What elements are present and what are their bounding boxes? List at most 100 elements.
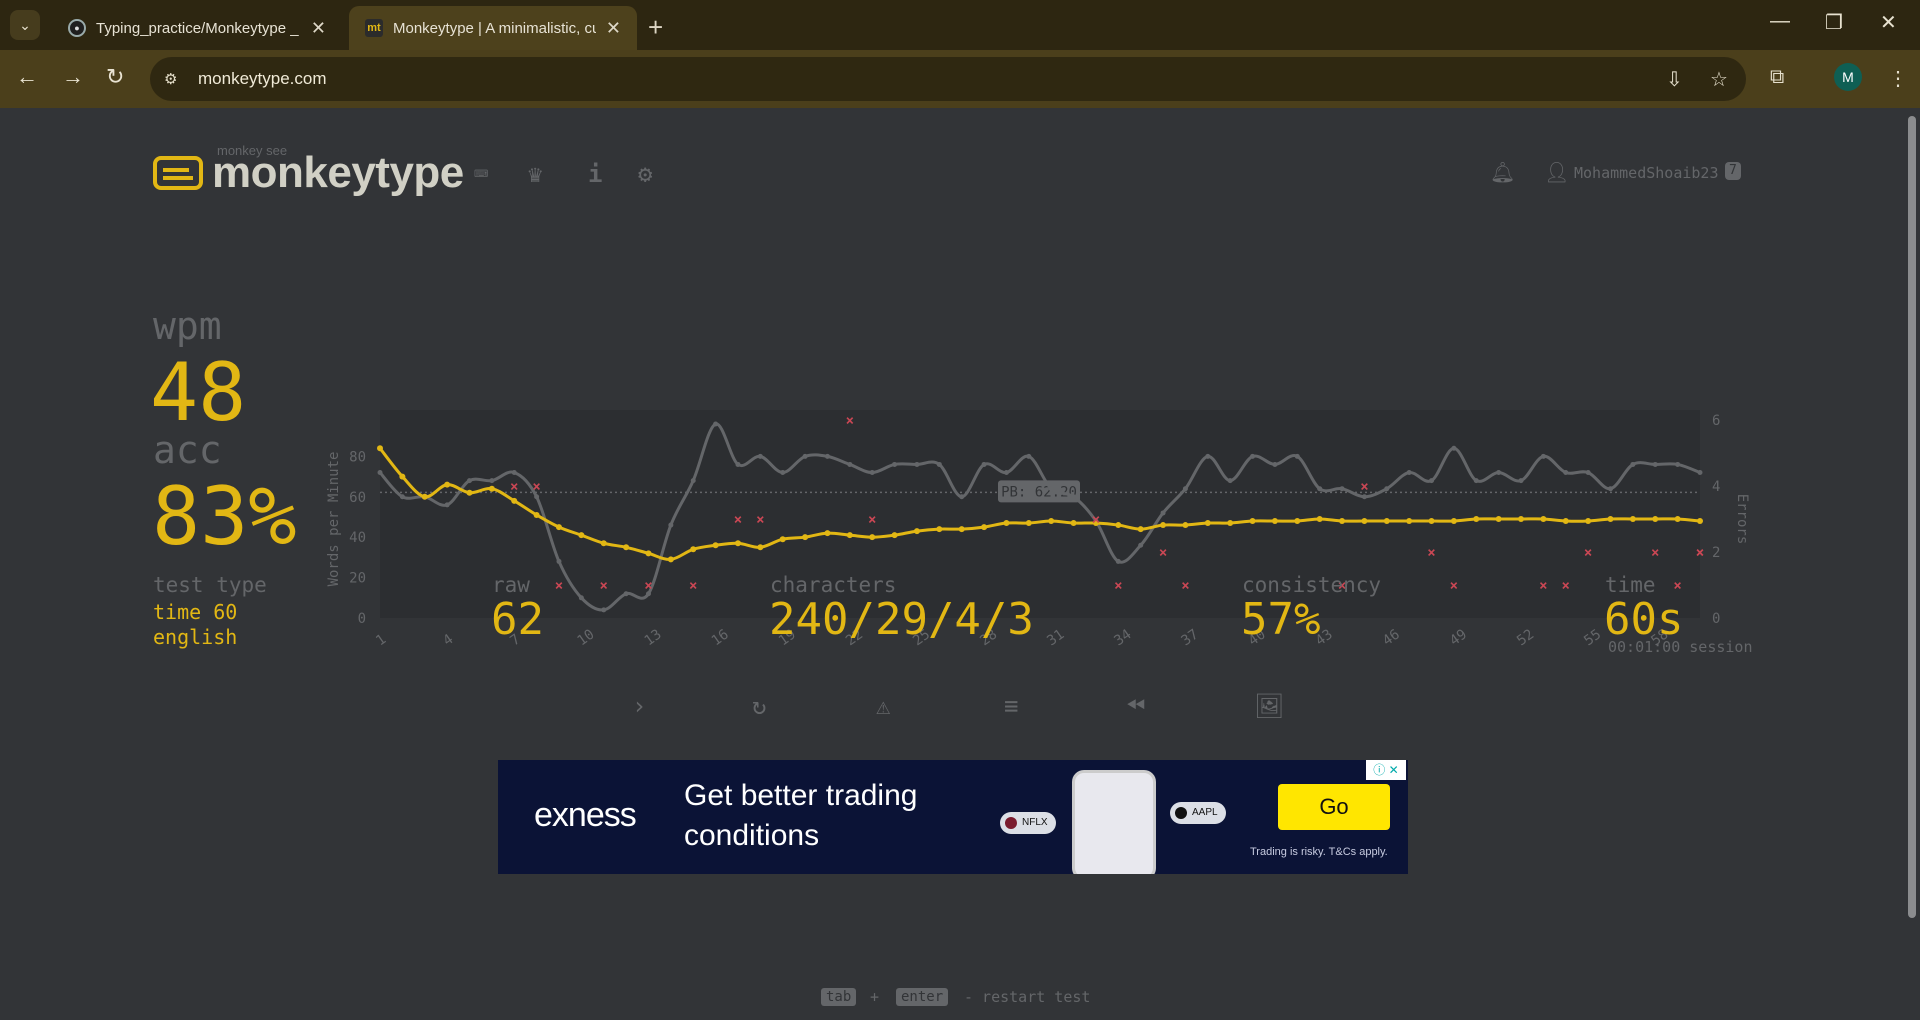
y-tick-label: 80 xyxy=(349,449,366,465)
raw-point xyxy=(1540,453,1546,459)
profile-avatar[interactable]: M xyxy=(1834,63,1862,91)
raw-point xyxy=(1317,486,1323,492)
monkeytype-page: monkey see monkeytype ⌨ ♛ i ⚙ 🔔︎ 👤︎ Moha… xyxy=(0,108,1920,1020)
account-level-badge: 7 xyxy=(1725,162,1741,180)
bookmark-star-icon[interactable]: ☆ xyxy=(1710,67,1728,92)
x-tick-label: 1 xyxy=(373,631,389,649)
raw-point xyxy=(869,470,875,476)
crown-icon[interactable]: ♛ xyxy=(528,160,542,188)
error-marker: × xyxy=(555,578,563,594)
info-icon[interactable]: i xyxy=(588,160,602,188)
wpm-point xyxy=(913,528,920,535)
wpm-point xyxy=(1562,518,1569,525)
ad-choices-close-icon[interactable]: ⓘ ✕ xyxy=(1366,760,1406,780)
reload-icon[interactable]: ↻ xyxy=(106,64,124,90)
wpm-point xyxy=(1674,516,1681,522)
y-tick-label: 0 xyxy=(358,611,366,627)
back-arrow-icon[interactable]: ← xyxy=(16,64,38,90)
raw-point xyxy=(444,502,450,508)
raw-point xyxy=(802,453,808,459)
wpm-point xyxy=(1025,520,1032,527)
words-history-icon[interactable]: ≡ xyxy=(1004,692,1018,720)
logo-text[interactable]: monkeytype xyxy=(212,148,464,198)
error-marker: × xyxy=(1181,578,1189,594)
consistency-value[interactable]: 57% xyxy=(1241,594,1320,645)
wpm-point xyxy=(891,532,898,539)
raw-point xyxy=(757,453,763,459)
tab-search-chevron-icon[interactable]: ⌄ xyxy=(10,10,40,40)
acc-label: acc xyxy=(153,428,222,472)
notifications-bell-icon[interactable]: 🔔︎ xyxy=(1490,160,1515,184)
test-language-value: english xyxy=(153,625,238,649)
monkeytype-logo-icon[interactable] xyxy=(153,156,203,190)
wpm-point xyxy=(1182,522,1189,529)
wpm-point xyxy=(444,481,451,488)
x-tick-label: 49 xyxy=(1447,627,1470,650)
settings-gear-icon[interactable]: ⚙ xyxy=(638,160,652,188)
raw-point xyxy=(690,478,696,484)
raw-point xyxy=(892,461,898,467)
wpm-label: wpm xyxy=(153,304,222,348)
wpm-value[interactable]: 48 xyxy=(150,346,246,439)
wpm-point xyxy=(846,532,853,539)
warning-icon[interactable]: ⚠ xyxy=(876,692,890,720)
wpm-point xyxy=(981,524,988,531)
wpm-point xyxy=(421,493,428,500)
close-tab-icon[interactable]: ✕ xyxy=(606,18,621,39)
raw-point xyxy=(735,461,741,467)
replay-icon[interactable]: ⏪︎ xyxy=(1126,692,1145,720)
raw-point xyxy=(1294,453,1300,459)
raw-point xyxy=(1406,470,1412,476)
y2-tick-label: 0 xyxy=(1712,611,1720,627)
wpm-point xyxy=(1339,518,1346,525)
wpm-point xyxy=(1137,526,1144,533)
advertisement-banner[interactable]: exness Get better trading conditions NFL… xyxy=(498,760,1408,874)
tab-typing-practice[interactable]: ● Typing_practice/Monkeytype _ / ✕ xyxy=(52,6,342,50)
y2-tick-label: 6 xyxy=(1712,413,1720,429)
acc-value[interactable]: 83% xyxy=(152,470,297,563)
raw-value[interactable]: 62 xyxy=(491,594,544,645)
raw-point xyxy=(1138,542,1144,548)
new-tab-plus-icon[interactable]: + xyxy=(648,12,663,43)
raw-point xyxy=(1608,486,1614,492)
keyboard-icon[interactable]: ⌨ xyxy=(474,160,488,188)
wpm-point xyxy=(1585,518,1592,525)
raw-point xyxy=(1071,494,1077,500)
page-scrollbar[interactable] xyxy=(1908,116,1916,918)
user-icon[interactable]: 👤︎ xyxy=(1544,160,1569,184)
close-window-icon[interactable]: ✕ xyxy=(1880,10,1897,35)
close-tab-icon[interactable]: ✕ xyxy=(311,18,326,39)
raw-point xyxy=(1675,461,1681,467)
error-marker: × xyxy=(1092,512,1100,528)
wpm-point xyxy=(1450,518,1457,525)
raw-point xyxy=(1451,445,1457,451)
account-username[interactable]: MohammedShoaib23 xyxy=(1574,164,1719,182)
site-info-icon[interactable]: ⚙ xyxy=(164,70,186,88)
raw-point xyxy=(1496,470,1502,476)
save-screenshot-icon[interactable]: 🖼︎ xyxy=(1254,692,1284,720)
error-marker: × xyxy=(1450,578,1458,594)
wpm-point xyxy=(1607,516,1614,522)
characters-value[interactable]: 240/29/4/3 xyxy=(769,594,1034,645)
restore-icon[interactable]: ❐ xyxy=(1825,10,1843,35)
tab-monkeytype[interactable]: mt Monkeytype | A minimalistic, cu ✕ xyxy=(349,6,637,50)
minimize-icon[interactable]: — xyxy=(1770,10,1790,33)
error-marker: × xyxy=(868,512,876,528)
next-test-icon[interactable]: › xyxy=(632,692,646,720)
raw-point xyxy=(959,494,965,500)
install-app-icon[interactable]: ⇩ xyxy=(1666,67,1683,92)
raw-point xyxy=(1361,494,1367,500)
raw-point xyxy=(1473,478,1479,484)
address-bar[interactable]: ⚙ monkeytype.com ⇩ ☆ xyxy=(150,57,1746,101)
raw-point xyxy=(1630,461,1636,467)
ad-phone-image xyxy=(1072,770,1156,874)
wpm-point xyxy=(1629,516,1636,522)
restart-test-icon[interactable]: ↻ xyxy=(752,692,766,720)
browser-menu-icon[interactable]: ⋮ xyxy=(1888,66,1908,91)
raw-point xyxy=(1652,461,1658,467)
extensions-puzzle-icon[interactable]: ⧉ xyxy=(1770,66,1784,89)
forward-arrow-icon[interactable]: → xyxy=(62,64,84,90)
url-text[interactable]: monkeytype.com xyxy=(198,69,327,89)
error-marker: × xyxy=(1562,578,1570,594)
ad-go-button[interactable]: Go xyxy=(1278,784,1390,830)
